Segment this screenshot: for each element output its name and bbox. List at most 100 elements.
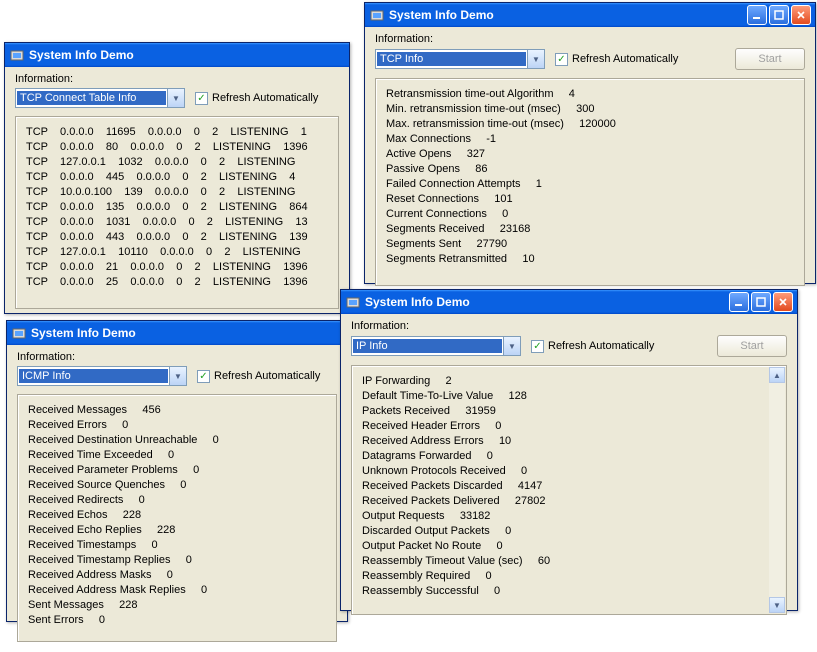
list-item: Received Time Exceeded 0: [28, 448, 326, 463]
table-row: TCP 0.0.0.0 11695 0.0.0.0 0 2 LISTENING …: [26, 125, 328, 140]
table-row: TCP 0.0.0.0 443 0.0.0.0 0 2 LISTENING 13…: [26, 230, 328, 245]
table-row: TCP 0.0.0.0 25 0.0.0.0 0 2 LISTENING 139…: [26, 275, 328, 290]
dropdown-selected: IP Info: [353, 339, 502, 353]
close-button[interactable]: [791, 5, 811, 25]
window-title: System Info Demo: [389, 8, 747, 22]
data-panel: Retransmission time-out Algorithm 4 Min.…: [375, 78, 805, 286]
info-dropdown[interactable]: TCP Connect Table Info ▼: [15, 88, 185, 108]
list-item: Reset Connections 101: [386, 192, 794, 207]
window-ip: System Info Demo Information: IP Info ▼ …: [340, 289, 798, 611]
table-row: TCP 0.0.0.0 80 0.0.0.0 0 2 LISTENING 139…: [26, 140, 328, 155]
dropdown-selected: TCP Info: [377, 52, 526, 66]
start-button[interactable]: Start: [735, 48, 805, 70]
list-item: Received Source Quenches 0: [28, 478, 326, 493]
list-item: Received Errors 0: [28, 418, 326, 433]
list-item: Sent Errors 0: [28, 613, 326, 628]
list-item: Received Echos 228: [28, 508, 326, 523]
list-item: Sent Messages 228: [28, 598, 326, 613]
table-row: TCP 0.0.0.0 1031 0.0.0.0 0 2 LISTENING 1…: [26, 215, 328, 230]
table-row: TCP 0.0.0.0 21 0.0.0.0 0 2 LISTENING 139…: [26, 260, 328, 275]
list-item: Current Connections 0: [386, 207, 794, 222]
chevron-down-icon: ▼: [503, 337, 520, 355]
list-item: Passive Opens 86: [386, 162, 794, 177]
list-item: Received Address Errors 10: [362, 434, 764, 449]
data-panel: Received Messages 456 Received Errors 0 …: [17, 394, 337, 642]
information-label: Information:: [351, 320, 787, 332]
information-label: Information:: [17, 351, 337, 363]
list-item: Received Redirects 0: [28, 493, 326, 508]
chevron-down-icon: ▼: [527, 50, 544, 68]
table-row: TCP 0.0.0.0 445 0.0.0.0 0 2 LISTENING 4: [26, 170, 328, 185]
data-panel: IP Forwarding 2 Default Time-To-Live Val…: [351, 365, 787, 615]
app-icon: [9, 47, 25, 63]
list-item: Received Echo Replies 228: [28, 523, 326, 538]
window-title: System Info Demo: [31, 326, 343, 340]
checkbox-label: Refresh Automatically: [548, 340, 654, 352]
dropdown-selected: ICMP Info: [19, 369, 168, 383]
list-item: Unknown Protocols Received 0: [362, 464, 764, 479]
information-label: Information:: [15, 73, 339, 85]
list-item: Retransmission time-out Algorithm 4: [386, 87, 794, 102]
close-button[interactable]: [773, 292, 793, 312]
refresh-checkbox[interactable]: ✓ Refresh Automatically: [531, 340, 654, 353]
chevron-down-icon: ▼: [167, 89, 184, 107]
list-item: Reassembly Timeout Value (sec) 60: [362, 554, 764, 569]
checkbox-box: ✓: [197, 370, 210, 383]
minimize-button[interactable]: [729, 292, 749, 312]
scroll-down-icon[interactable]: ▼: [769, 597, 785, 613]
app-icon: [369, 7, 385, 23]
refresh-checkbox[interactable]: ✓ Refresh Automatically: [195, 92, 318, 105]
list-item: IP Forwarding 2: [362, 374, 764, 389]
start-button[interactable]: Start: [717, 335, 787, 357]
window-title: System Info Demo: [29, 48, 345, 62]
list-item: Received Messages 456: [28, 403, 326, 418]
app-icon: [11, 325, 27, 341]
refresh-checkbox[interactable]: ✓ Refresh Automatically: [555, 53, 678, 66]
list-item: Received Timestamps 0: [28, 538, 326, 553]
maximize-button[interactable]: [751, 292, 771, 312]
titlebar[interactable]: System Info Demo: [5, 43, 349, 67]
checkbox-label: Refresh Automatically: [214, 370, 320, 382]
window-tcp: System Info Demo Information: TCP Info ▼…: [364, 2, 816, 284]
list-item: Received Destination Unreachable 0: [28, 433, 326, 448]
table-row: TCP 0.0.0.0 135 0.0.0.0 0 2 LISTENING 86…: [26, 200, 328, 215]
titlebar[interactable]: System Info Demo: [365, 3, 815, 27]
list-item: Output Packet No Route 0: [362, 539, 764, 554]
scroll-track[interactable]: [769, 383, 785, 597]
information-label: Information:: [375, 33, 805, 45]
list-item: Received Parameter Problems 0: [28, 463, 326, 478]
window-icmp: System Info Demo Information: ICMP Info …: [6, 320, 348, 622]
info-dropdown[interactable]: ICMP Info ▼: [17, 366, 187, 386]
minimize-button[interactable]: [747, 5, 767, 25]
chevron-down-icon: ▼: [169, 367, 186, 385]
list-item: Received Address Masks 0: [28, 568, 326, 583]
dropdown-selected: TCP Connect Table Info: [17, 91, 166, 105]
list-item: Discarded Output Packets 0: [362, 524, 764, 539]
list-item: Received Header Errors 0: [362, 419, 764, 434]
list-item: Segments Sent 27790: [386, 237, 794, 252]
titlebar[interactable]: System Info Demo: [341, 290, 797, 314]
scroll-up-icon[interactable]: ▲: [769, 367, 785, 383]
checkbox-box: ✓: [531, 340, 544, 353]
checkbox-box: ✓: [555, 53, 568, 66]
list-item: Received Packets Discarded 4147: [362, 479, 764, 494]
refresh-checkbox[interactable]: ✓ Refresh Automatically: [197, 370, 320, 383]
list-item: Max Connections -1: [386, 132, 794, 147]
list-item: Segments Retransmitted 10: [386, 252, 794, 267]
list-item: Reassembly Successful 0: [362, 584, 764, 599]
window-tcp-connect: System Info Demo Information: TCP Connec…: [4, 42, 350, 314]
list-item: Datagrams Forwarded 0: [362, 449, 764, 464]
info-dropdown[interactable]: IP Info ▼: [351, 336, 521, 356]
scrollbar[interactable]: ▲ ▼: [769, 367, 785, 613]
list-item: Min. retransmission time-out (msec) 300: [386, 102, 794, 117]
list-item: Reassembly Required 0: [362, 569, 764, 584]
list-item: Failed Connection Attempts 1: [386, 177, 794, 192]
list-item: Output Requests 33182: [362, 509, 764, 524]
list-item: Received Address Mask Replies 0: [28, 583, 326, 598]
app-icon: [345, 294, 361, 310]
maximize-button[interactable]: [769, 5, 789, 25]
info-dropdown[interactable]: TCP Info ▼: [375, 49, 545, 69]
table-row: TCP 127.0.0.1 10110 0.0.0.0 0 2 LISTENIN…: [26, 245, 328, 260]
titlebar[interactable]: System Info Demo: [7, 321, 347, 345]
table-row: TCP 10.0.0.100 139 0.0.0.0 0 2 LISTENING: [26, 185, 328, 200]
